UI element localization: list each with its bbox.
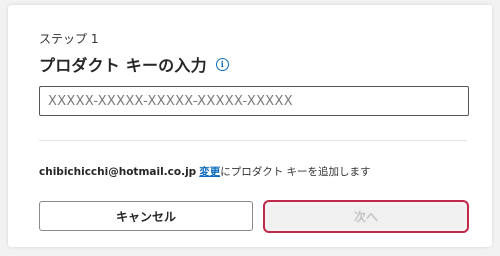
next-button-label: 次へ <box>268 205 464 228</box>
dialog-title: プロダクト キーの入力 <box>39 56 207 75</box>
next-button[interactable]: 次へ <box>263 200 469 233</box>
info-icon[interactable]: i <box>215 57 229 71</box>
product-key-dialog: ステップ 1 プロダクト キーの入力 i chibichicchi@hotmai… <box>8 5 492 247</box>
account-email: chibichicchi@hotmail.co.jp <box>39 166 197 178</box>
cancel-button[interactable]: キャンセル <box>39 201 253 231</box>
product-key-input[interactable] <box>39 86 469 116</box>
divider <box>39 140 467 141</box>
title-row: プロダクト キーの入力 i <box>39 52 229 76</box>
dialog-backdrop: ステップ 1 プロダクト キーの入力 i chibichicchi@hotmai… <box>0 0 500 256</box>
step-label: ステップ 1 <box>39 32 99 46</box>
account-suffix-text: にプロダクト キーを追加します <box>220 166 371 178</box>
account-line: chibichicchi@hotmail.co.jp 変更にプロダクト キーを追加… <box>39 164 371 179</box>
change-account-link[interactable]: 変更 <box>199 166 220 178</box>
